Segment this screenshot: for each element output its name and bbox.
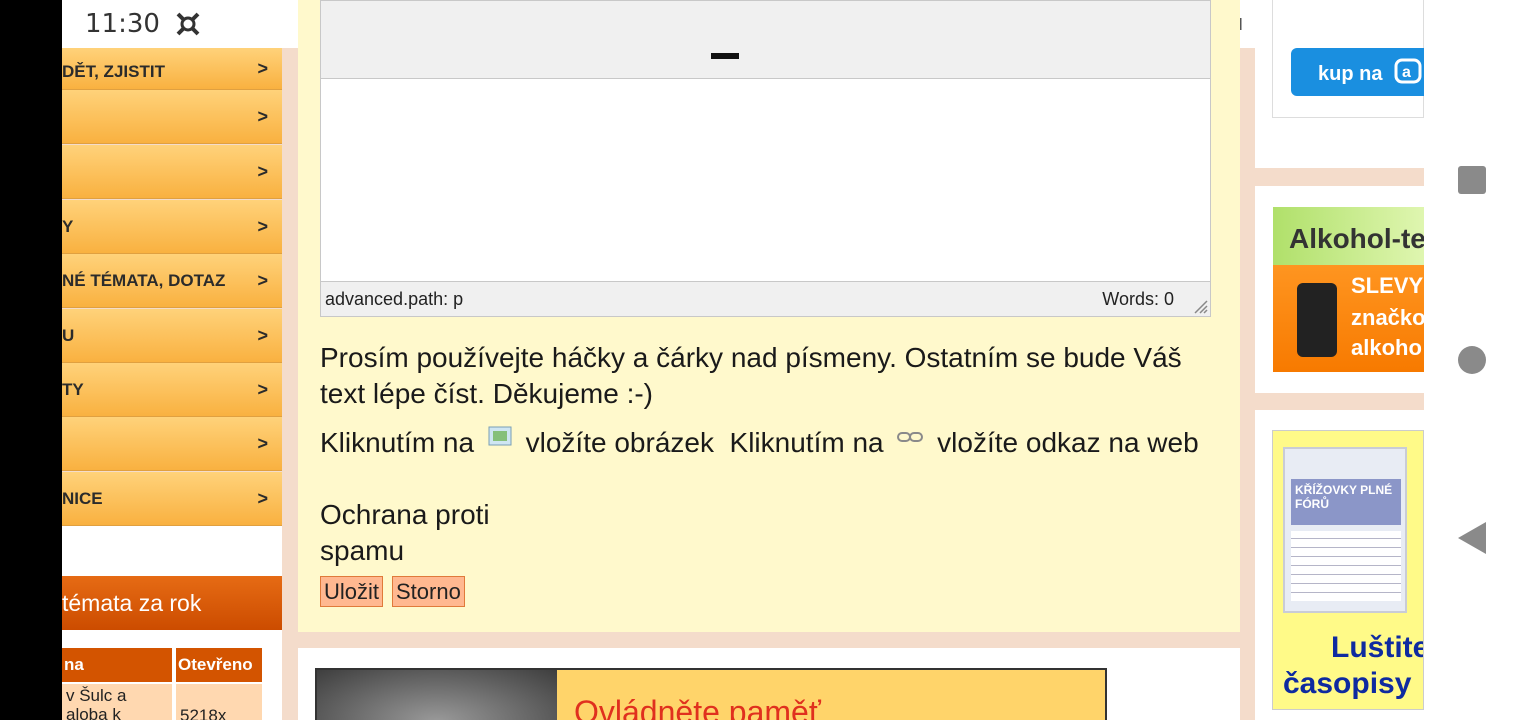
crossword-grid (1291, 531, 1401, 601)
alko-line: alkoho (1351, 335, 1422, 360)
rich-text-editor[interactable]: advanced.path: p Words: 0 (320, 0, 1211, 317)
save-button[interactable]: Uložit (320, 576, 384, 607)
click-on-text-2: Kliknutím na (729, 427, 884, 458)
insert-link-text: vložíte odkaz na web (937, 427, 1199, 458)
diacritics-note: Prosím používejte háčky a čárky nad písm… (320, 342, 1182, 409)
magazine-line: Luštite (1331, 631, 1424, 664)
image-insert-icon[interactable] (488, 419, 512, 455)
magazine-cover: KŘÍŽOVKY PLNÉ FÓRŮ (1283, 447, 1407, 613)
topic-title-cell[interactable]: v Šulc a aloba k (62, 684, 172, 720)
alko-line: značko (1351, 305, 1424, 330)
menu-item-label: NICE (62, 488, 103, 508)
chevron-right-icon: > (257, 488, 268, 508)
ad-title[interactable]: Ovládněte paměť (574, 694, 821, 720)
path-label: advanced.path: (325, 289, 449, 309)
memory-ad-banner[interactable]: Ovládněte paměť (315, 668, 1107, 720)
svg-text:a: a (1402, 64, 1411, 81)
click-on-text: Kliknutím na (320, 427, 475, 458)
popular-topics-panel: témata za rok na Otevřeno v Šulc a aloba… (62, 558, 282, 720)
insert-help: Kliknutím na vložíte obrázek Kliknutím n… (320, 417, 1220, 461)
magazine-line: časopisy (1283, 667, 1412, 700)
table-header-opened: Otevřeno (176, 648, 262, 682)
menu-item-label: NÉ TÉMATA, DOTAZ (62, 270, 226, 290)
alko-line: SLEVY (1351, 273, 1424, 298)
menu-item-label: U (62, 325, 75, 345)
path-value[interactable]: p (453, 289, 463, 309)
link-insert-icon[interactable] (897, 417, 924, 453)
shop-logo-icon: a (1394, 58, 1422, 90)
chevron-right-icon: > (257, 270, 268, 290)
alcohol-tester-ad[interactable]: SLEVY značko alkoho (1273, 265, 1424, 372)
menu-item-label: Y (62, 216, 74, 236)
android-navigation-bar (1424, 0, 1520, 720)
chevron-right-icon: > (257, 216, 268, 236)
screen-edge-left (0, 0, 62, 720)
kup-na-button[interactable]: kup na a (1291, 48, 1424, 96)
menu-item[interactable]: > (62, 145, 282, 199)
ad-image (317, 670, 557, 720)
popular-topics-heading: témata za rok (62, 576, 282, 630)
settings-gear-icon (172, 8, 204, 45)
chevron-right-icon: > (257, 433, 268, 453)
editor-statusbar: advanced.path: p Words: 0 (321, 281, 1210, 316)
home-circle-icon[interactable] (1456, 344, 1488, 381)
chevron-right-icon: > (257, 106, 268, 126)
menu-item-label: TY (62, 379, 84, 399)
menu-item[interactable]: > (62, 417, 282, 471)
magazine-ad[interactable]: KŘÍŽOVKY PLNÉ FÓRŮ Luštite časopisy (1272, 430, 1424, 710)
menu-item[interactable]: NÉ TÉMATA, DOTAZ > (62, 254, 282, 308)
sidebar-spacer (62, 526, 282, 558)
chevron-right-icon: > (257, 325, 268, 345)
menu-item[interactable]: DĚT, ZJISTIT > (62, 48, 282, 90)
kup-na-label: kup na (1318, 63, 1383, 85)
spam-protection-label: Ochrana proti spamu (320, 499, 490, 566)
cancel-button[interactable]: Storno (392, 576, 465, 607)
breathalyzer-image (1297, 283, 1337, 357)
topic-opened-cell: 5218x (176, 684, 262, 720)
toolbar-button-fragment[interactable] (711, 53, 739, 59)
menu-item[interactable]: U > (62, 309, 282, 363)
insert-image-text: vložíte obrázek (525, 427, 714, 458)
word-count: Words: 0 (1102, 289, 1174, 309)
status-time: 11:30 (85, 9, 160, 39)
menu-item[interactable]: > (62, 90, 282, 144)
resize-grip-icon[interactable] (1192, 298, 1208, 314)
alcohol-tester-ad-title[interactable]: Alkohol-te (1273, 207, 1424, 265)
chevron-right-icon: > (257, 58, 268, 78)
magazine-cover-title: KŘÍŽOVKY PLNÉ FÓRŮ (1291, 479, 1401, 525)
table-header-title: na (62, 648, 172, 682)
chevron-right-icon: > (257, 379, 268, 399)
chevron-right-icon: > (257, 161, 268, 181)
recents-square-icon[interactable] (1456, 164, 1488, 201)
editor-toolbar (321, 1, 1210, 79)
menu-item-label: DĚT, ZJISTIT (62, 62, 165, 81)
menu-item[interactable]: TY > (62, 363, 282, 417)
menu-item[interactable]: NICE > (62, 472, 282, 526)
menu-item[interactable]: Y > (62, 200, 282, 254)
back-triangle-icon[interactable] (1456, 520, 1488, 561)
